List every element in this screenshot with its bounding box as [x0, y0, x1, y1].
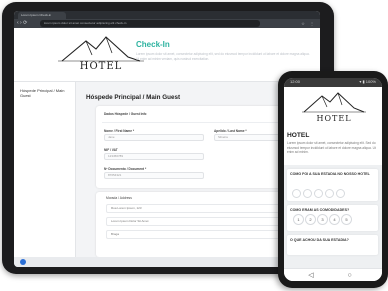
tablet-taskbar [14, 257, 320, 267]
phone-header: HOTEL [284, 87, 382, 131]
address-bar[interactable]: lorem ipsum dolor sit amet consectetur a… [40, 20, 260, 27]
document-label: Nº Documento / Document * [104, 167, 147, 171]
question-card: COMO FOI A SUA ESTADIA NO NOSSO HOTEL [287, 169, 378, 201]
rating-option[interactable]: 4 [329, 214, 340, 225]
rating-option[interactable]: 1 [293, 214, 304, 225]
browser-tab-strip: Lorem Ipsum Check-in [14, 11, 320, 19]
hotel-logo: HOTEL [56, 33, 146, 77]
question-card: O QUE ACHOU DA SUA ESTADIA? [287, 235, 378, 255]
rating-option[interactable] [325, 189, 334, 198]
document-field[interactable]: 87654321 [104, 172, 204, 179]
rating-scale: 12345 [293, 214, 353, 225]
rating-option[interactable] [314, 189, 323, 198]
question-title: O QUE ACHOU DA SUA ESTADIA? [290, 238, 349, 242]
phone-description: Lorem ipsum dolor sit amet, consectetur … [287, 141, 376, 155]
nif-label: NIF / VAT [104, 148, 118, 152]
phone-screen: 12:00 ▾ ▮ 100% HOTEL HOTEL Lorem ipsum d… [284, 78, 382, 281]
rating-option[interactable]: 5 [341, 214, 352, 225]
mountain-logo-icon [302, 92, 366, 113]
browser-toolbar: ‹ › ⟳ lorem ipsum dolor sit amet consect… [14, 19, 320, 28]
section-title: Hóspede Principal / Main Guest [86, 94, 181, 101]
hotel-wordmark: HOTEL [79, 61, 123, 72]
question-card: COMO ERAM AS COMODIDADES? 12345 [287, 205, 378, 231]
app-launcher-icon[interactable] [20, 259, 26, 265]
browser-menu-icons[interactable]: ☆ ⋮ [301, 20, 316, 27]
address-card-title: Morada / Address [106, 196, 132, 200]
guest-info-label: Dados Hóspede / Guest Info [104, 112, 147, 116]
phone-title: HOTEL [287, 132, 310, 139]
status-time: 12:00 [290, 79, 301, 84]
phone-device: 12:00 ▾ ▮ 100% HOTEL HOTEL Lorem ipsum d… [278, 71, 388, 288]
rating-options [292, 185, 347, 203]
rating-option[interactable]: 3 [317, 214, 328, 225]
tablet-screen: Lorem Ipsum Check-in ‹ › ⟳ lorem ipsum d… [14, 11, 320, 267]
rating-option[interactable] [336, 189, 345, 198]
rating-option[interactable] [303, 189, 312, 198]
mountain-logo-icon [58, 36, 144, 62]
rating-option[interactable] [292, 189, 301, 198]
phone-nav-bar[interactable]: ◁ ○ □ [284, 268, 382, 281]
page-title: Check-In [136, 40, 170, 49]
last-name-label: Apelido / Last Name * [214, 129, 247, 133]
page-description: Lorem ipsum dolor sit amet, consectetur … [136, 52, 310, 61]
survey-area: COMO FOI A SUA ESTADIA NO NOSSO HOTEL CO… [284, 165, 382, 269]
phone-status-bar: 12:00 ▾ ▮ 100% [284, 78, 382, 87]
sidebar-item-main-guest[interactable]: Hóspede Principal / Main Guest [20, 88, 75, 98]
page-header: HOTEL Check-In Lorem ipsum dolor sit ame… [14, 28, 320, 82]
browser-tab[interactable]: Lorem Ipsum Check-in [18, 12, 66, 19]
rating-option[interactable]: 2 [305, 214, 316, 225]
phone-hotel-logo: HOTEL [300, 90, 368, 126]
first-name-label: Nome / First Name * [104, 129, 135, 133]
question-title: COMO ERAM AS COMODIDADES? [290, 208, 350, 212]
question-title: COMO FOI A SUA ESTADIA NO NOSSO HOTEL [290, 172, 370, 176]
nif-field[interactable]: 123456789 [104, 153, 204, 160]
sidebar: Hóspede Principal / Main Guest [14, 82, 76, 257]
phone-hotel-wordmark: HOTEL [316, 114, 352, 123]
status-icons: ▾ ▮ 100% [359, 79, 376, 84]
first-name-field[interactable]: Jane [104, 134, 204, 141]
browser-nav-icons[interactable]: ‹ › ⟳ [17, 20, 27, 27]
